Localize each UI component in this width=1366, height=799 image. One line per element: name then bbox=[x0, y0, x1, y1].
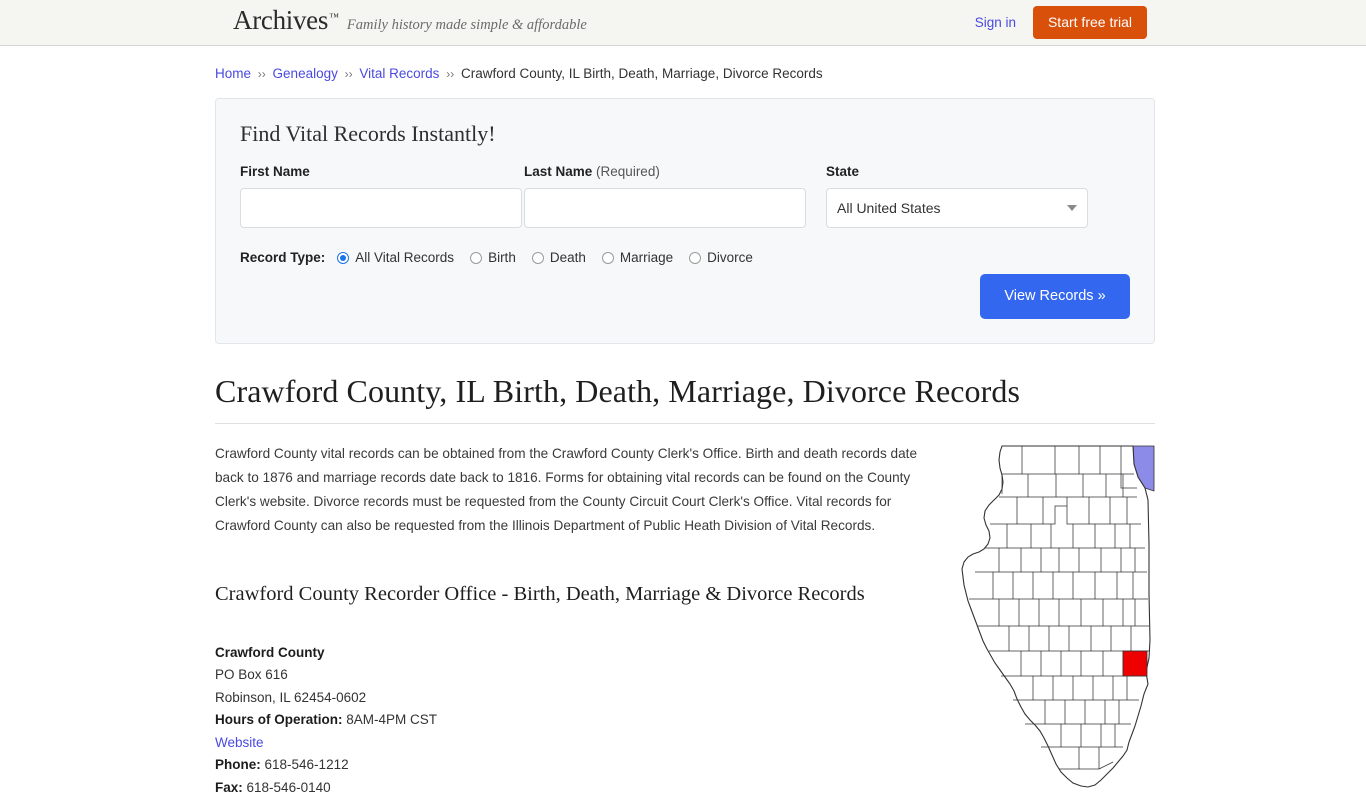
radio-icon-all-vital-records[interactable] bbox=[337, 251, 350, 264]
office-website-row: Website bbox=[215, 732, 947, 755]
last-name-input[interactable] bbox=[524, 188, 806, 229]
first-name-label-text: First Name bbox=[240, 163, 310, 179]
office-website-link[interactable]: Website bbox=[215, 735, 264, 750]
breadcrumb-separator: ›› bbox=[446, 67, 455, 81]
breadcrumb: Home ›› Genealogy ›› Vital Records ›› Cr… bbox=[215, 46, 1155, 85]
content-left-column: Crawford County vital records can be obt… bbox=[215, 442, 947, 799]
office-address-line-2: Robinson, IL 62454-0602 bbox=[215, 689, 367, 705]
office-hours-value: 8AM-4PM CST bbox=[346, 712, 438, 728]
recorder-office-heading: Crawford County Recorder Office - Birth,… bbox=[215, 583, 865, 606]
record-type-label: Record Type: bbox=[240, 250, 326, 266]
search-form-title: Find Vital Records Instantly! bbox=[240, 120, 496, 146]
office-phone-label: Phone: bbox=[215, 757, 261, 773]
office-fax-row: Fax: 618-546-0140 bbox=[215, 777, 947, 799]
breadcrumb-item-home[interactable]: Home bbox=[215, 66, 251, 81]
radio-label-birth: Birth bbox=[488, 250, 516, 266]
state-field-group: State All United States bbox=[826, 163, 1088, 229]
office-contact-block: Crawford County PO Box 616 Robinson, IL … bbox=[215, 642, 947, 799]
intro-paragraph: Crawford County vital records can be obt… bbox=[215, 446, 918, 534]
brand-name: Archives bbox=[233, 5, 329, 35]
office-hours-label: Hours of Operation: bbox=[215, 712, 343, 728]
first-name-field-group: First Name bbox=[240, 163, 522, 229]
breadcrumb-separator: ›› bbox=[257, 67, 266, 81]
state-label-text: State bbox=[826, 163, 860, 179]
record-type-row: Record Type: All Vital Records Birth Dea… bbox=[240, 250, 1130, 265]
radio-icon-divorce[interactable] bbox=[689, 251, 702, 264]
radio-icon-death[interactable] bbox=[531, 251, 544, 264]
page-title: Crawford County, IL Birth, Death, Marria… bbox=[215, 373, 1155, 425]
breadcrumb-item-current: Crawford County, IL Birth, Death, Marria… bbox=[460, 66, 823, 81]
state-select[interactable]: All United States bbox=[826, 188, 1088, 229]
office-fax-value: 618-546-0140 bbox=[246, 779, 331, 795]
sign-in-link[interactable]: Sign in bbox=[975, 15, 1016, 30]
content-area: Crawford County vital records can be obt… bbox=[215, 442, 1155, 799]
last-name-field-group: Last Name (Required) bbox=[524, 163, 806, 229]
start-free-trial-button[interactable]: Start free trial bbox=[1032, 6, 1147, 39]
office-phone-value: 618-546-1212 bbox=[264, 757, 349, 773]
radio-marriage[interactable]: Marriage bbox=[601, 250, 674, 266]
radio-icon-marriage[interactable] bbox=[601, 251, 614, 264]
last-name-label: Last Name (Required) bbox=[524, 163, 806, 179]
state-selected-value: All United States bbox=[837, 200, 941, 217]
radio-label-marriage: Marriage bbox=[619, 250, 674, 266]
last-name-required-note: (Required) bbox=[596, 163, 660, 179]
brand-tagline: Family history made simple & affordable bbox=[346, 17, 587, 33]
radio-divorce[interactable]: Divorce bbox=[689, 250, 753, 265]
office-hours-row: Hours of Operation: 8AM-4PM CST bbox=[215, 709, 947, 732]
radio-label-death: Death bbox=[549, 250, 586, 266]
office-fax-label: Fax: bbox=[215, 779, 243, 795]
office-address-line-1: PO Box 616 bbox=[215, 667, 288, 683]
trademark-symbol: ™ bbox=[329, 12, 339, 23]
radio-label-divorce: Divorce bbox=[707, 250, 753, 266]
first-name-label: First Name bbox=[240, 163, 522, 179]
header-actions: Sign in Start free trial bbox=[975, 0, 1147, 45]
submit-row: View Records » bbox=[980, 273, 1130, 319]
field-spacer bbox=[806, 165, 826, 229]
office-name: Crawford County bbox=[215, 644, 325, 660]
last-name-label-text: Last Name bbox=[524, 163, 593, 179]
search-fields-row: First Name Last Name (Required) State Al… bbox=[240, 163, 1130, 229]
office-phone-row: Phone: 618-546-1212 bbox=[215, 754, 947, 777]
radio-birth[interactable]: Birth bbox=[470, 250, 516, 265]
radio-icon-birth[interactable] bbox=[470, 251, 483, 264]
radio-death[interactable]: Death bbox=[531, 250, 586, 266]
illinois-map-svg bbox=[961, 445, 1155, 788]
state-select-wrapper: All United States bbox=[826, 188, 1088, 229]
illinois-county-map bbox=[955, 444, 1155, 789]
site-header: Archives ™ Family history made simple & … bbox=[0, 0, 1366, 46]
content-right-column bbox=[955, 442, 1155, 799]
view-records-button[interactable]: View Records » bbox=[980, 273, 1130, 319]
breadcrumb-item-genealogy[interactable]: Genealogy bbox=[273, 66, 338, 81]
radio-all-vital-records[interactable]: All Vital Records bbox=[337, 250, 454, 265]
breadcrumb-separator: ›› bbox=[344, 67, 353, 81]
crawford-county-highlight bbox=[1122, 650, 1148, 677]
vital-records-search-form: Find Vital Records Instantly! First Name… bbox=[215, 97, 1155, 344]
state-label: State bbox=[826, 163, 1088, 179]
breadcrumb-item-vital-records[interactable]: Vital Records bbox=[359, 66, 439, 81]
radio-label-all-vital-records: All Vital Records bbox=[355, 250, 455, 266]
brand-logo[interactable]: Archives ™ Family history made simple & … bbox=[233, 7, 587, 34]
first-name-input[interactable] bbox=[240, 188, 522, 229]
